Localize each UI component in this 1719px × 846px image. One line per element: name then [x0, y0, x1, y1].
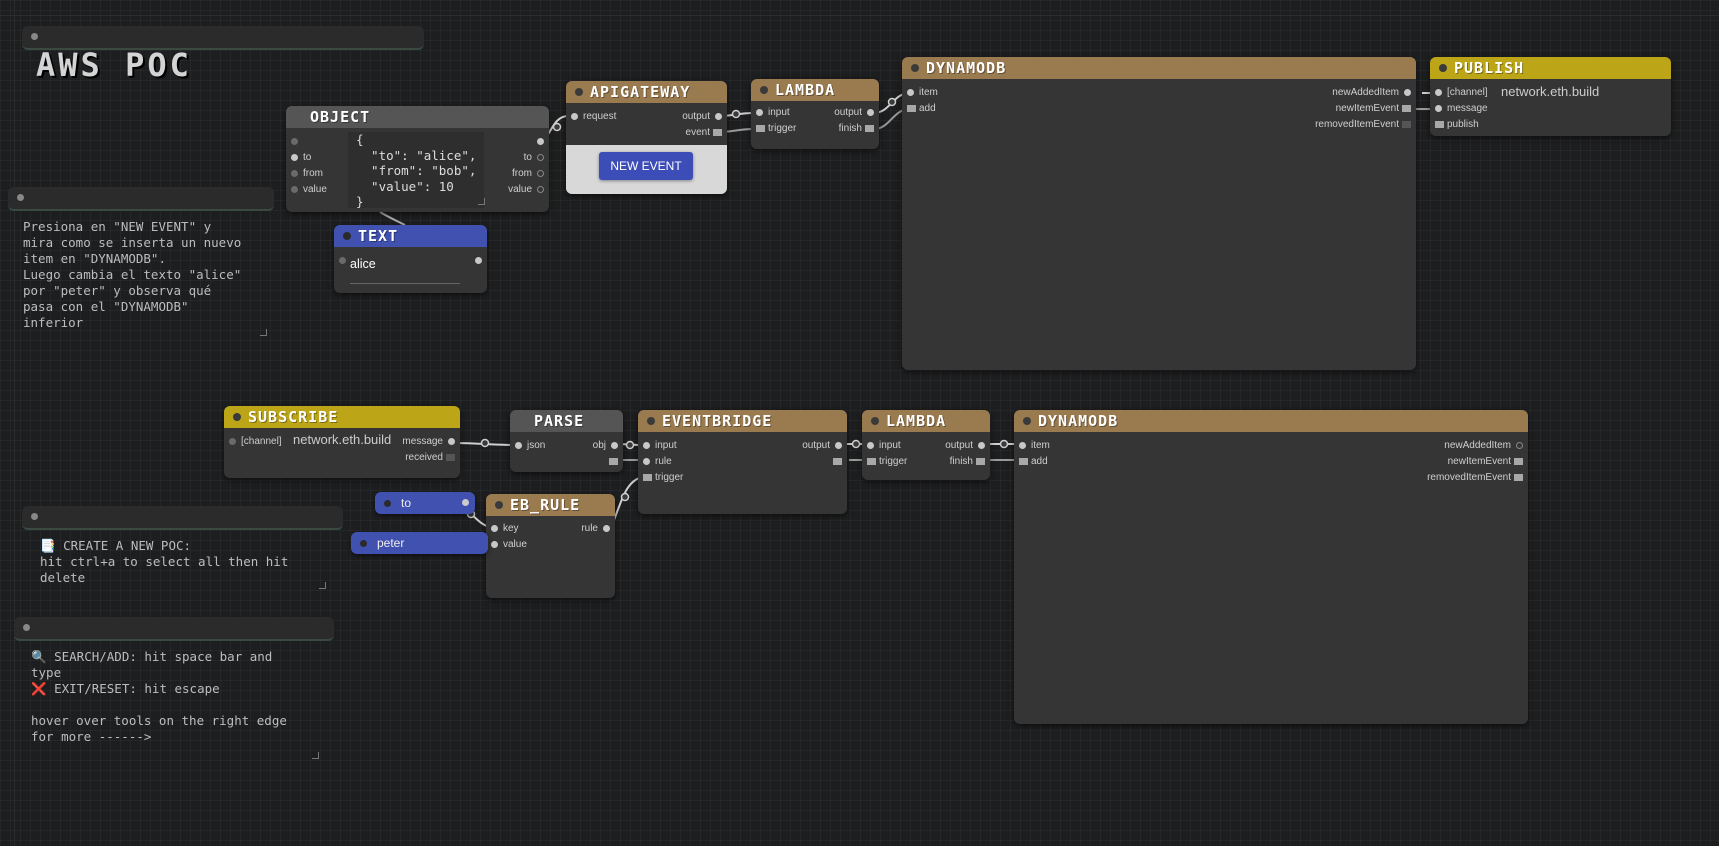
lambda-bottom-node[interactable]: LAMBDA input trigger output finish [862, 410, 990, 480]
eb-rule-node-header[interactable]: EB_RULE [486, 494, 615, 516]
eb-rule-input-key[interactable]: key [490, 523, 519, 535]
dynamodb-bottom-input-add[interactable]: add [1018, 456, 1048, 468]
instructions-note-bar[interactable] [8, 187, 274, 211]
lambda-bottom-input-input[interactable]: input [866, 440, 901, 452]
publish-channel-value[interactable]: network.eth.build [1501, 84, 1599, 99]
lambda-bottom-input-trigger[interactable]: trigger [866, 456, 907, 468]
page-title: AWS POC [36, 46, 192, 84]
dynamodb-top-output-newaddeditem[interactable]: newAddedItem [1332, 87, 1412, 99]
subscribe-output-message[interactable]: message [402, 436, 456, 448]
lambda-bottom-output-output[interactable]: output [945, 440, 986, 452]
eb-rule-input-value[interactable]: value [490, 539, 527, 551]
eventbridge-output-output[interactable]: output [802, 440, 843, 452]
publish-input-channel[interactable]: [channel] [1434, 87, 1488, 99]
lambda-top-input-trigger[interactable]: trigger [755, 123, 796, 135]
subscribe-input-channel[interactable]: [channel] [228, 436, 282, 448]
instructions-note[interactable]: Presiona en "NEW EVENT" y mira como se i… [8, 187, 274, 336]
resize-handle[interactable] [319, 582, 326, 589]
dynamodb-top-input-add[interactable]: add [906, 103, 936, 115]
dynamodb-top-input-item[interactable]: item [906, 87, 938, 99]
lambda-top-output-finish[interactable]: finish [839, 123, 875, 135]
instructions-text[interactable]: Presiona en "NEW EVENT" y mira como se i… [8, 211, 274, 331]
lambda-top-header[interactable]: LAMBDA [751, 79, 879, 101]
dynamodb-bottom-output-newaddeditem[interactable]: newAddedItem [1444, 440, 1524, 452]
resize-handle[interactable] [478, 198, 485, 205]
to-text-node[interactable]: to [375, 492, 475, 514]
canvas-top-border [0, 15, 1719, 16]
create-poc-note-bar[interactable] [22, 506, 343, 530]
text-value-input[interactable]: alice [350, 257, 460, 284]
eventbridge-node[interactable]: EVENTBRIDGE input rule trigger output [638, 410, 847, 514]
resize-handle[interactable] [312, 752, 319, 759]
lambda-top-input-input[interactable]: input [755, 107, 790, 119]
text-node-header[interactable]: TEXT [334, 225, 487, 247]
subscribe-node-header[interactable]: SUBSCRIBE [224, 406, 460, 428]
to-text-value[interactable]: to [401, 496, 411, 510]
subscribe-channel-value[interactable]: network.eth.build [293, 432, 391, 447]
help-note-bar[interactable] [14, 617, 334, 641]
parse-output-obj[interactable]: obj [593, 440, 619, 452]
dynamodb-top-header[interactable]: DYNAMODB [902, 57, 1416, 79]
wire-object-text [379, 211, 406, 226]
object-input-to[interactable]: to [290, 152, 311, 164]
object-input-from[interactable]: from [290, 168, 323, 180]
parse-node-header[interactable]: PARSE [510, 410, 623, 432]
parse-input-json[interactable]: json [514, 440, 545, 452]
object-output-to[interactable]: to [524, 152, 545, 164]
object-node-header[interactable]: OBJECT [286, 106, 549, 128]
apigateway-output-event[interactable]: event [686, 127, 723, 139]
dynamodb-top-output-removeditemevent[interactable]: removedItemEvent [1315, 119, 1412, 131]
new-event-button[interactable]: NEW EVENT [599, 152, 693, 180]
apigateway-node[interactable]: APIGATEWAY request output event NEW EVEN… [566, 81, 727, 194]
text-node[interactable]: TEXT alice [334, 225, 487, 293]
lambda-bottom-header[interactable]: LAMBDA [862, 410, 990, 432]
object-input-value[interactable]: value [290, 184, 327, 196]
create-poc-text[interactable]: 📑 CREATE A NEW POC: hit ctrl+a to select… [22, 530, 343, 586]
object-node[interactable]: OBJECT to from value { "to": "alice", "f… [286, 106, 549, 212]
object-output-from[interactable]: from [512, 168, 545, 180]
dynamodb-bottom-input-item[interactable]: item [1018, 440, 1050, 452]
parse-node[interactable]: PARSE json obj [510, 410, 623, 472]
dynamodb-top-node[interactable]: DYNAMODB item add newAddedItem newItemEv… [902, 57, 1416, 370]
pill-input-slot[interactable] [360, 540, 367, 547]
dynamodb-bottom-output-newitemevent[interactable]: newItemEvent [1448, 456, 1524, 468]
eventbridge-node-header[interactable]: EVENTBRIDGE [638, 410, 847, 432]
publish-node-header[interactable]: PUBLISH [1430, 57, 1671, 79]
eb-rule-output-rule[interactable]: rule [581, 523, 611, 535]
pill-input-slot[interactable] [384, 500, 391, 507]
dynamodb-bottom-header[interactable]: DYNAMODB [1014, 410, 1528, 432]
dynamodb-top-output-newitemevent[interactable]: newItemEvent [1336, 103, 1412, 115]
apigateway-node-header[interactable]: APIGATEWAY [566, 81, 727, 103]
dynamodb-bottom-output-removeditemevent[interactable]: removedItemEvent [1427, 472, 1524, 484]
object-output-value[interactable]: value [508, 184, 545, 196]
lambda-top-output-output[interactable]: output [834, 107, 875, 119]
dynamodb-bottom-node[interactable]: DYNAMODB item add newAddedItem newItemEv… [1014, 410, 1528, 724]
pill-output-slot[interactable] [462, 499, 469, 506]
eventbridge-input-trigger[interactable]: trigger [642, 472, 683, 484]
eb-rule-node[interactable]: EB_RULE key value rule [486, 494, 615, 598]
lambda-top-node[interactable]: LAMBDA input trigger output finish [751, 79, 879, 149]
publish-input-publish[interactable]: publish [1434, 119, 1479, 131]
peter-text-node[interactable]: peter [351, 532, 488, 554]
wire-subscribe-parse [453, 442, 516, 446]
create-poc-note[interactable]: 📑 CREATE A NEW POC: hit ctrl+a to select… [22, 506, 343, 589]
resize-handle[interactable] [260, 329, 267, 336]
apigateway-output-output[interactable]: output [682, 111, 723, 123]
publish-node[interactable]: PUBLISH [channel] network.eth.build mess… [1430, 57, 1671, 136]
subscribe-output-received[interactable]: received [405, 452, 456, 464]
lambda-bottom-output-finish[interactable]: finish [950, 456, 986, 468]
peter-text-value[interactable]: peter [377, 536, 404, 550]
eventbridge-input-rule[interactable]: rule [642, 456, 672, 468]
object-json-editor[interactable]: { "to": "alice", "from": "bob", "value":… [348, 132, 484, 209]
publish-input-message[interactable]: message [1434, 103, 1488, 115]
subscribe-node[interactable]: SUBSCRIBE [channel] network.eth.build me… [224, 406, 460, 478]
help-text[interactable]: 🔍 SEARCH/ADD: hit space bar and type ❌ E… [14, 641, 334, 745]
eventbridge-input-input[interactable]: input [642, 440, 677, 452]
help-note[interactable]: 🔍 SEARCH/ADD: hit space bar and type ❌ E… [14, 617, 334, 759]
apigateway-input-request[interactable]: request [570, 111, 616, 123]
